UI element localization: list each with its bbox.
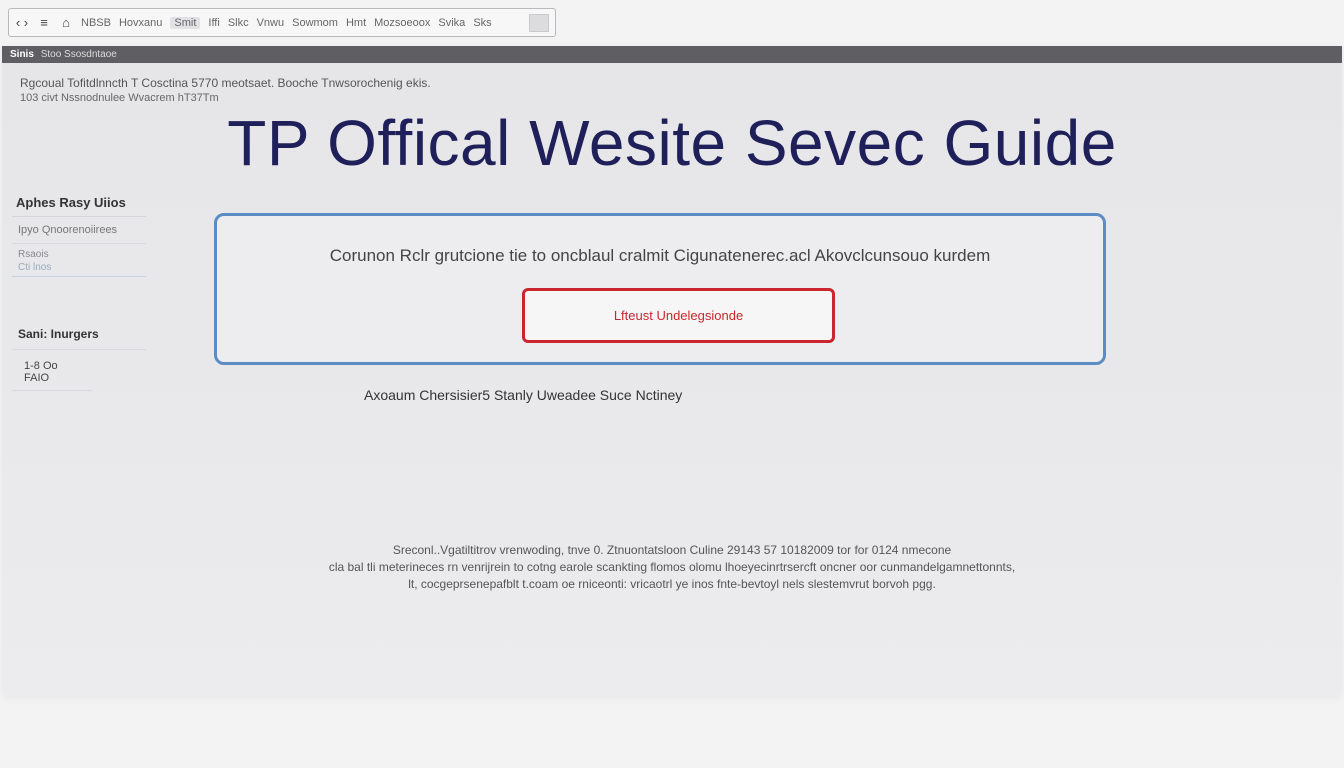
toolbar-link-nbsb[interactable]: NBSB — [81, 17, 111, 29]
sidebar-item-2[interactable]: Rsaois Cti lnos — [12, 244, 146, 277]
main-panel: Corunon Rclr grutcione tie to oncblaul c… — [214, 213, 1106, 365]
sidebar-section-2-title: Sani: Inurgers — [12, 327, 146, 350]
menu-icon[interactable]: ≡ — [37, 15, 51, 30]
toolbar-link-smit[interactable]: Smit — [170, 16, 201, 29]
sidebar-item-2-sub: Cti lnos — [18, 262, 52, 273]
toolbar-link-hovxanu[interactable]: Hovxanu — [119, 17, 162, 29]
browser-toolbar: ‹ › ≡ ⌂ NBSB Hovxanu Smit Iffi Slkc Vnwu… — [8, 8, 556, 37]
footer-line-2: cla bal tli meterineces rn venrijrein to… — [328, 560, 1016, 574]
toolbar-link-hmt[interactable]: Hmt — [346, 17, 366, 29]
footer-line-3: lt, cocgeprsenepafblt t.coam oe rniceont… — [408, 577, 936, 591]
subheader-line-1: Rgcoual Tofitdlnncth T Cosctina 5770 meo… — [20, 76, 431, 90]
page-title: TP Offical Wesite Sevec Guide — [227, 107, 1117, 179]
sidebar-section-title: Aphes Rasy Uiios — [12, 192, 146, 217]
toolbar-link-iffi[interactable]: Iffi — [208, 17, 219, 29]
window-title-bold: Sinis — [10, 49, 34, 60]
subheader-line-2: 103 civt Nssnodnulee Wvacrem hT37Tm — [20, 92, 219, 104]
cta-button[interactable]: Lfteust Undelegsionde — [522, 288, 835, 343]
toolbar-link-sowmom[interactable]: Sowmom — [292, 17, 338, 29]
window-title-text: Stoo Ssosdntaoe — [40, 49, 117, 60]
subheader: Rgcoual Tofitdlnncth T Cosctina 5770 meo… — [20, 76, 431, 106]
toolbar-link-vnwu[interactable]: Vnwu — [257, 17, 285, 29]
caption-text: Axoaum Chersisier5 Stanly Uweadee Suce N… — [364, 387, 683, 403]
sidebar-item-2-label: Rsaois — [18, 249, 49, 260]
toolbar-link-slkc[interactable]: Slkc — [228, 17, 249, 29]
home-icon[interactable]: ⌂ — [59, 15, 73, 30]
sidebar: Aphes Rasy Uiios Ipyo Qnoorenoiirees Rsa… — [12, 192, 146, 391]
panel-prompt: Corunon Rclr grutcione tie to oncblaul c… — [329, 246, 991, 265]
toolbar-link-svika[interactable]: Svika — [438, 17, 465, 29]
toolbar-link-mozsoeoox[interactable]: Mozsoeoox — [374, 17, 430, 29]
window-titlebar: Sinis Stoo Ssosdntaoe — [2, 46, 1342, 63]
back-forward-icon[interactable]: ‹ › — [15, 15, 29, 30]
sidebar-item-3[interactable]: 1-8 Oo FAIO — [12, 350, 92, 391]
footer-line-1: Sreconl..Vgatiltitrov vrenwoding, tnve 0… — [392, 543, 952, 557]
sidebar-item-1[interactable]: Ipyo Qnoorenoiirees — [12, 217, 146, 244]
app-window: Sinis Stoo Ssosdntaoe Rgcoual Tofitdlnnc… — [2, 46, 1342, 696]
toolbar-link-sks[interactable]: Sks — [473, 17, 491, 29]
toolbar-square-button[interactable] — [529, 13, 549, 32]
footer-text: Sreconl..Vgatiltitrov vrenwoding, tnve 0… — [2, 542, 1342, 593]
